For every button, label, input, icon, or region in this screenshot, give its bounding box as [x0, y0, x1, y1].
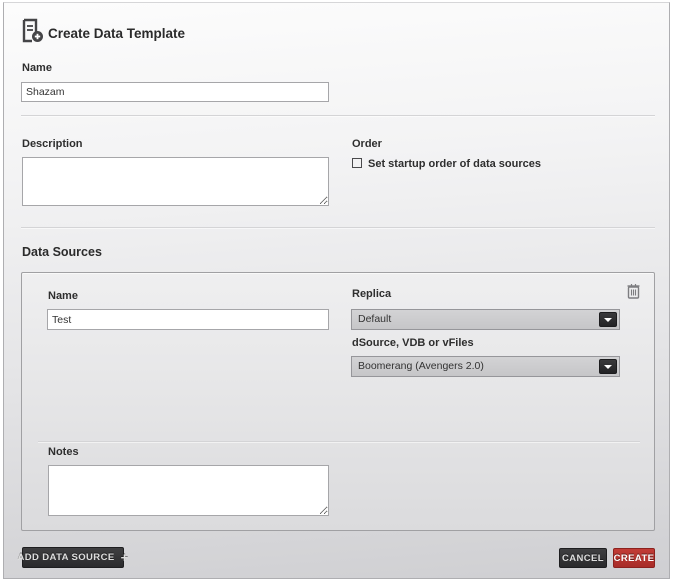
replica-selected-value: Default [358, 313, 391, 325]
source-name-label: Name [48, 291, 78, 302]
dsource-selected-value: Boomerang (Avengers 2.0) [358, 360, 484, 372]
source-name-input[interactable] [47, 309, 329, 330]
dsource-select[interactable]: Boomerang (Avengers 2.0) [351, 356, 620, 377]
divider [21, 227, 655, 229]
startup-order-checkbox[interactable] [352, 158, 362, 168]
document-add-icon [19, 18, 44, 43]
notes-label: Notes [48, 447, 79, 458]
create-button[interactable]: CREATE [613, 548, 655, 568]
notes-textarea[interactable] [48, 465, 329, 516]
page-title: Create Data Template [48, 26, 185, 41]
template-name-input[interactable] [21, 82, 329, 102]
dsource-label: dSource, VDB or vFiles [352, 338, 474, 349]
description-label: Description [22, 139, 83, 150]
plus-icon: + [121, 553, 129, 562]
cancel-label: CANCEL [562, 553, 604, 564]
add-data-source-button[interactable]: ADD DATA SOURCE + [22, 547, 124, 568]
divider [21, 115, 655, 117]
description-textarea[interactable] [22, 157, 329, 206]
cancel-button[interactable]: CANCEL [559, 548, 607, 568]
order-label: Order [352, 139, 382, 150]
dropdown-caret-icon[interactable] [599, 359, 617, 374]
data-source-card: Name Replica Default dSource, VDB or vFi… [21, 272, 655, 531]
data-sources-heading: Data Sources [22, 245, 102, 259]
create-data-template-dialog: Create Data Template Name Description Or… [3, 2, 670, 579]
add-data-source-label: ADD DATA SOURCE [17, 552, 114, 563]
create-label: CREATE [614, 553, 655, 564]
startup-order-checkbox-label[interactable]: Set startup order of data sources [368, 159, 541, 170]
divider [38, 441, 640, 443]
replica-label: Replica [352, 289, 391, 300]
replica-select[interactable]: Default [351, 309, 620, 330]
dropdown-caret-icon[interactable] [599, 312, 617, 327]
template-name-label: Name [22, 63, 52, 74]
trash-icon[interactable] [627, 283, 640, 299]
